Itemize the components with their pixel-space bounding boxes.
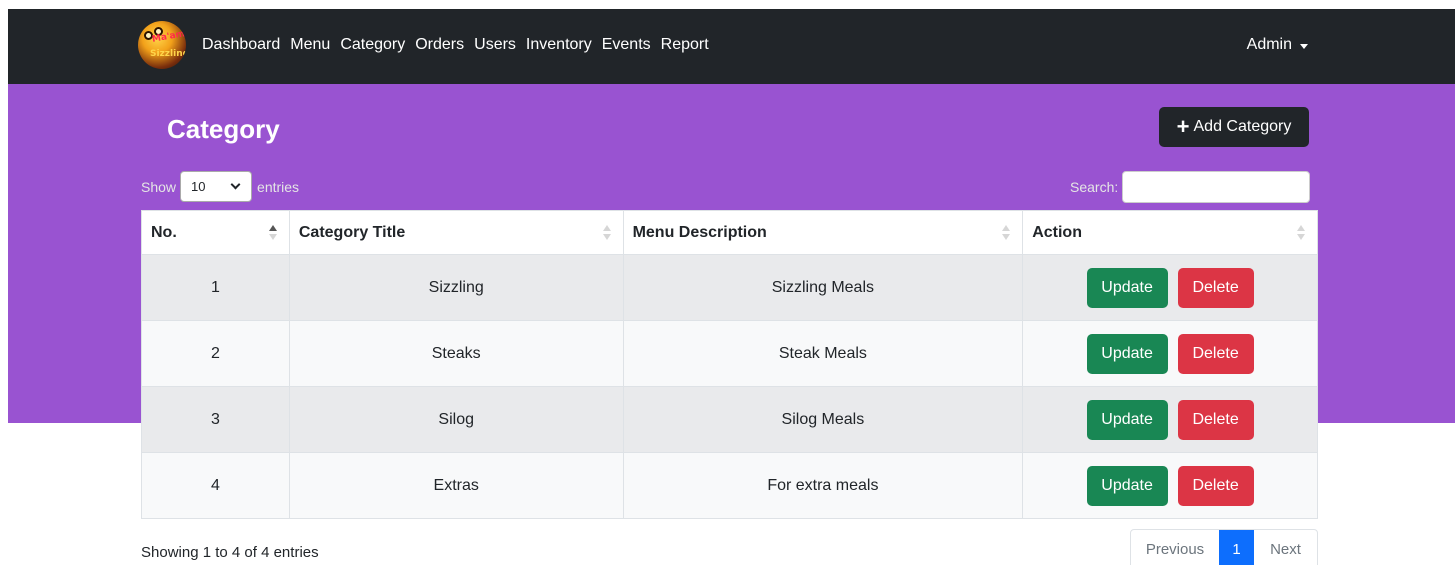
table-row: 4 Extras For extra meals Update Delete bbox=[141, 452, 1318, 519]
add-category-label: Add Category bbox=[1193, 118, 1292, 135]
admin-dropdown[interactable]: Admin bbox=[1247, 36, 1308, 54]
chevron-down-icon bbox=[230, 179, 241, 190]
pagination-next[interactable]: Next bbox=[1254, 530, 1317, 565]
pagination-previous[interactable]: Previous bbox=[1131, 530, 1219, 565]
sort-icon bbox=[602, 225, 611, 241]
cell-action: Update Delete bbox=[1022, 320, 1318, 387]
update-button[interactable]: Update bbox=[1086, 333, 1168, 374]
cell-description: Silog Meals bbox=[622, 386, 1024, 453]
delete-button[interactable]: Delete bbox=[1177, 333, 1254, 374]
column-header-label: Menu Description bbox=[632, 223, 767, 241]
cell-title: Steaks bbox=[288, 320, 624, 387]
search-control: Search: bbox=[1070, 171, 1311, 203]
nav-report[interactable]: Report bbox=[661, 36, 709, 54]
pagination-page-1[interactable]: 1 bbox=[1219, 530, 1254, 565]
cell-no: 2 bbox=[141, 320, 290, 387]
navbar: Ma'am Sizzling Dashboard Menu Category O… bbox=[8, 9, 1455, 84]
add-category-button[interactable]: + Add Category bbox=[1159, 107, 1309, 147]
show-label: Show bbox=[141, 178, 177, 195]
column-header-label: Action bbox=[1032, 223, 1082, 241]
cell-description: Steak Meals bbox=[622, 320, 1024, 387]
nav-menu[interactable]: Menu bbox=[290, 36, 330, 54]
nav-links: Dashboard Menu Category Orders Users Inv… bbox=[202, 36, 719, 54]
update-button[interactable]: Update bbox=[1086, 465, 1168, 506]
page-title: Category bbox=[167, 114, 280, 144]
column-header-no[interactable]: No. bbox=[141, 210, 290, 255]
cell-no: 4 bbox=[141, 452, 290, 519]
cell-action: Update Delete bbox=[1022, 452, 1318, 519]
column-header-label: No. bbox=[151, 223, 177, 241]
table-info: Showing 1 to 4 of 4 entries bbox=[141, 544, 319, 561]
cell-description: Sizzling Meals bbox=[622, 254, 1024, 321]
caret-down-icon bbox=[1300, 43, 1308, 49]
column-header-description[interactable]: Menu Description bbox=[622, 210, 1024, 255]
nav-category[interactable]: Category bbox=[340, 36, 405, 54]
entries-select[interactable]: 10 bbox=[180, 171, 253, 202]
cell-action: Update Delete bbox=[1022, 254, 1318, 321]
table-header-row: No. Category Title Menu Description Acti… bbox=[141, 210, 1318, 255]
delete-button[interactable]: Delete bbox=[1177, 465, 1254, 506]
delete-button[interactable]: Delete bbox=[1177, 267, 1254, 308]
search-input[interactable] bbox=[1122, 171, 1311, 203]
search-label: Search: bbox=[1070, 179, 1119, 195]
sort-icon bbox=[1297, 225, 1305, 241]
nav-dashboard[interactable]: Dashboard bbox=[202, 36, 280, 54]
nav-users[interactable]: Users bbox=[474, 36, 516, 54]
table-row: 3 Silog Silog Meals Update Delete bbox=[141, 386, 1318, 453]
nav-orders[interactable]: Orders bbox=[415, 36, 464, 54]
entries-value: 10 bbox=[191, 179, 206, 194]
cell-title: Sizzling bbox=[288, 254, 624, 321]
update-button[interactable]: Update bbox=[1086, 267, 1168, 308]
column-header-title[interactable]: Category Title bbox=[288, 210, 624, 255]
cell-title: Extras bbox=[288, 452, 624, 519]
admin-label: Admin bbox=[1246, 36, 1292, 53]
table-row: 1 Sizzling Sizzling Meals Update Delete bbox=[141, 254, 1318, 321]
entries-label: entries bbox=[257, 178, 300, 195]
logo-text-bottom: Sizzling bbox=[150, 49, 186, 59]
cell-no: 1 bbox=[141, 254, 290, 321]
column-header-label: Category Title bbox=[298, 223, 406, 241]
nav-inventory[interactable]: Inventory bbox=[526, 36, 592, 54]
page: Ma'am Sizzling Dashboard Menu Category O… bbox=[0, 0, 1455, 565]
entries-length-control: Show 10 entries bbox=[141, 171, 299, 202]
cell-title: Silog bbox=[288, 386, 624, 453]
category-table: No. Category Title Menu Description Acti… bbox=[141, 210, 1318, 519]
cell-description: For extra meals bbox=[622, 452, 1024, 519]
brand-logo[interactable]: Ma'am Sizzling bbox=[138, 21, 186, 69]
sort-icon bbox=[1002, 225, 1011, 241]
table-row: 2 Steaks Steak Meals Update Delete bbox=[141, 320, 1318, 387]
cell-action: Update Delete bbox=[1022, 386, 1318, 453]
nav-events[interactable]: Events bbox=[602, 36, 651, 54]
column-header-action[interactable]: Action bbox=[1022, 210, 1318, 255]
delete-button[interactable]: Delete bbox=[1177, 399, 1254, 440]
pagination: Previous 1 Next bbox=[1130, 529, 1318, 565]
sort-icon bbox=[268, 225, 277, 241]
update-button[interactable]: Update bbox=[1086, 399, 1168, 440]
cell-no: 3 bbox=[141, 386, 290, 453]
plus-icon: + bbox=[1176, 114, 1190, 139]
